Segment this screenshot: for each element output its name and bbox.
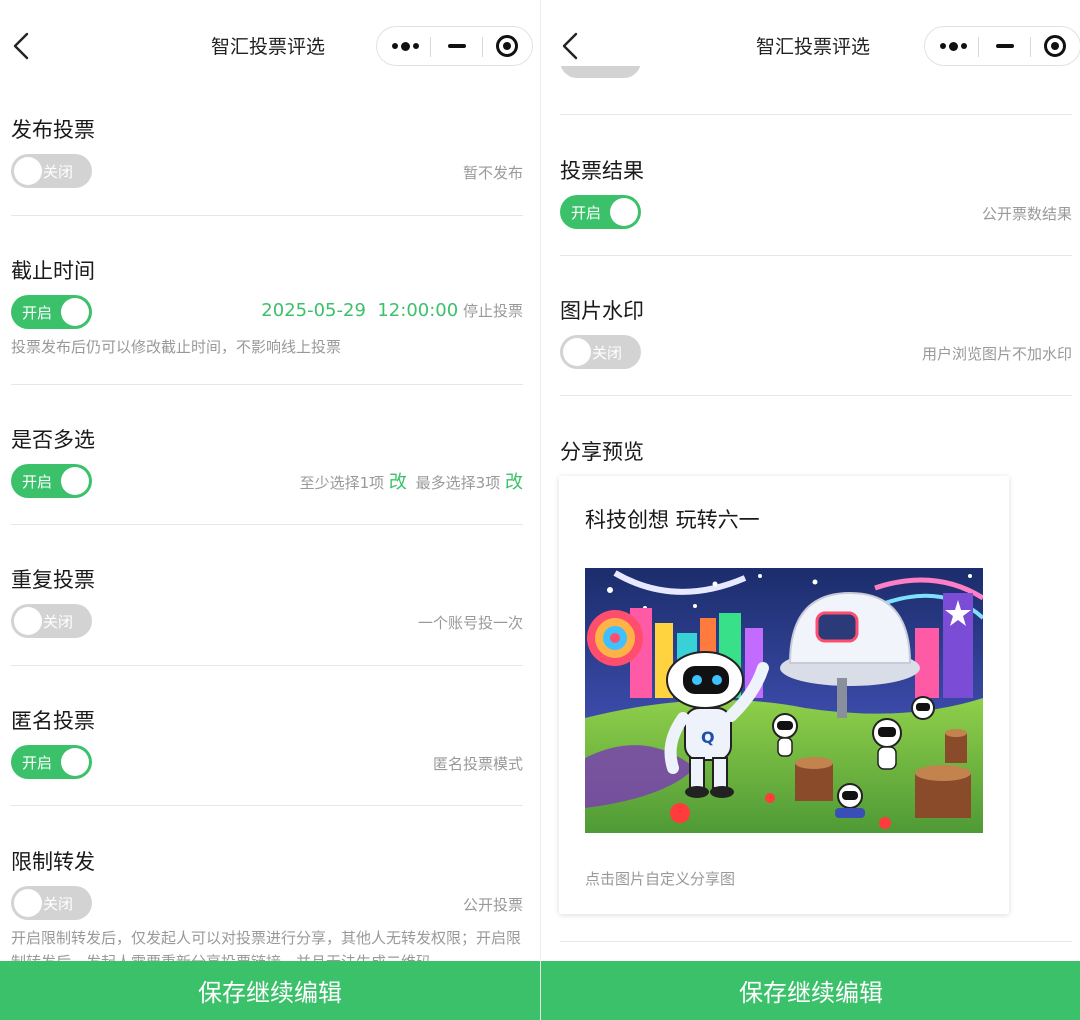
divider	[560, 395, 1072, 396]
svg-text:Q: Q	[701, 728, 715, 747]
section-multi: 是否多选 开启 至少选择1项 改 最多选择3项 改	[11, 424, 523, 504]
toggle-knob	[14, 889, 42, 917]
section-title: 匿名投票	[11, 709, 95, 733]
result-note: 公开票数结果	[981, 205, 1072, 223]
save-continue-button[interactable]: 保存继续编辑	[541, 961, 1080, 1020]
multi-toggle[interactable]: 开启	[11, 464, 92, 498]
miniprogram-capsule	[376, 26, 533, 66]
repeat-toggle[interactable]: 关闭	[11, 604, 92, 638]
toggle-label: 关闭	[43, 163, 74, 181]
divider	[560, 941, 1072, 942]
divider	[11, 384, 523, 385]
multi-limits: 至少选择1项 改 最多选择3项 改	[300, 468, 523, 494]
restrict-note: 公开投票	[462, 896, 523, 914]
anonymous-note: 匿名投票模式	[432, 755, 523, 773]
minimize-icon[interactable]	[431, 27, 483, 65]
share-illustration: Q	[585, 568, 983, 833]
scrolled-toggle-remnant	[560, 66, 641, 78]
more-dots-icon[interactable]	[927, 27, 979, 65]
share-card-title: 科技创想 玩转六一	[585, 508, 760, 532]
share-preview-card: 科技创想 玩转六一 Q 点击图片自定义分享图	[559, 476, 1009, 914]
deadline-row: 2025-05-29 12:00:00 停止投票	[261, 300, 523, 321]
section-title: 分享预览	[560, 440, 644, 464]
section-title: 限制转发	[11, 850, 95, 874]
publish-toggle[interactable]: 关闭	[11, 154, 92, 188]
nav-bar: 智汇投票评选	[541, 0, 1080, 92]
result-toggle[interactable]: 开启	[560, 195, 641, 229]
section-publish: 发布投票 关闭 暂不发布	[11, 114, 523, 194]
toggle-label: 开启	[22, 473, 53, 491]
toggle-knob	[61, 298, 89, 326]
toggle-label: 开启	[571, 204, 602, 222]
toggle-label: 开启	[22, 754, 53, 772]
max-select-text: 最多选择3项	[415, 474, 501, 492]
section-anonymous: 匿名投票 开启 匿名投票模式	[11, 705, 523, 785]
deadline-datetime[interactable]: 2025-05-29 12:00:00	[261, 300, 458, 321]
watermark-note: 用户浏览图片不加水印	[921, 345, 1072, 363]
publish-note: 暂不发布	[462, 164, 523, 182]
section-watermark: 图片水印 关闭 用户浏览图片不加水印	[560, 295, 1072, 375]
nav-bar: 智汇投票评选	[0, 0, 540, 92]
toggle-label: 关闭	[43, 895, 74, 913]
toggle-knob	[610, 198, 638, 226]
more-dots-icon[interactable]	[379, 27, 431, 65]
save-continue-button[interactable]: 保存继续编辑	[0, 961, 540, 1020]
divider	[11, 215, 523, 216]
divider	[560, 114, 1072, 115]
section-title: 图片水印	[560, 299, 644, 323]
section-title: 发布投票	[11, 118, 95, 142]
share-image[interactable]: Q	[585, 568, 983, 833]
section-share: 分享预览	[560, 436, 1072, 466]
section-title: 重复投票	[11, 568, 95, 592]
close-target-icon[interactable]	[1029, 27, 1080, 65]
section-deadline: 截止时间 开启 2025-05-29 12:00:00 停止投票 投票发布后仍可…	[11, 255, 523, 365]
deadline-toggle[interactable]: 开启	[11, 295, 92, 329]
toggle-label: 关闭	[43, 613, 74, 631]
divider	[11, 805, 523, 806]
toggle-knob	[563, 338, 591, 366]
edit-max-link[interactable]: 改	[505, 472, 523, 493]
toggle-label: 开启	[22, 304, 53, 322]
toggle-knob	[14, 157, 42, 185]
toggle-knob	[14, 607, 42, 635]
watermark-toggle[interactable]: 关闭	[560, 335, 641, 369]
divider	[11, 524, 523, 525]
toggle-knob	[61, 467, 89, 495]
screen-left: 智汇投票评选 发布投票 关闭 暂不发布 截止时间 开启 2025-05-29 1…	[0, 0, 540, 1020]
divider	[11, 665, 523, 666]
section-title: 截止时间	[11, 259, 95, 283]
miniprogram-capsule	[924, 26, 1080, 66]
section-repeat: 重复投票 关闭 一个账号投一次	[11, 564, 523, 644]
deadline-suffix: 停止投票	[462, 302, 523, 320]
section-title: 投票结果	[560, 159, 644, 183]
toggle-label: 关闭	[592, 344, 623, 362]
share-hint: 点击图片自定义分享图	[585, 870, 736, 888]
restrict-toggle[interactable]: 关闭	[11, 886, 92, 920]
section-result: 投票结果 开启 公开票数结果	[560, 155, 1072, 235]
minimize-icon[interactable]	[979, 27, 1031, 65]
restrict-hint: 开启限制转发后，仅发起人可以对投票进行分享，其他人无转发权限；开启限制转发后，发…	[11, 929, 522, 961]
toggle-knob	[61, 748, 89, 776]
repeat-note: 一个账号投一次	[417, 614, 523, 632]
section-restrict: 限制转发 关闭 公开投票 开启限制转发后，仅发起人可以对投票进行分享，其他人无转…	[11, 846, 523, 961]
divider	[560, 255, 1072, 256]
close-target-icon[interactable]	[481, 27, 533, 65]
deadline-hint: 投票发布后仍可以修改截止时间，不影响线上投票	[11, 338, 342, 356]
section-title: 是否多选	[11, 428, 95, 452]
anonymous-toggle[interactable]: 开启	[11, 745, 92, 779]
min-select-text: 至少选择1项	[299, 474, 385, 492]
edit-min-link[interactable]: 改	[389, 472, 407, 493]
